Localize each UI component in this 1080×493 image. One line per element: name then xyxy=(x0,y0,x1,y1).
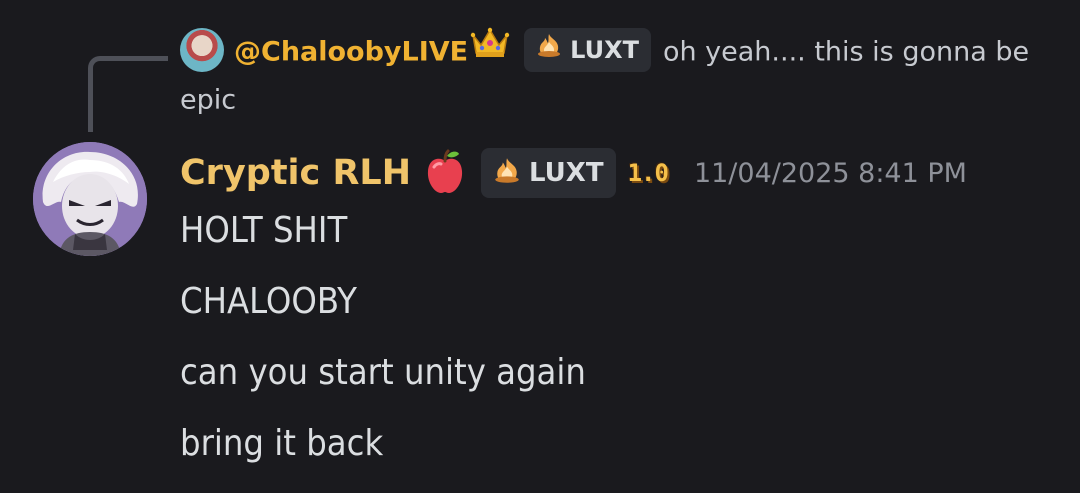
reply-connector xyxy=(88,56,168,132)
message-group: @ChaloobyLIVE LUXT oh yeah.... this is go… xyxy=(0,0,1080,493)
reply-avatar[interactable] xyxy=(180,27,224,72)
avatar[interactable] xyxy=(33,142,147,256)
message-body: HOLT SHIT CHALOOBY can you start unity a… xyxy=(180,202,1040,486)
message-line[interactable]: bring it back xyxy=(180,415,1040,486)
message-line[interactable]: HOLT SHIT xyxy=(180,202,1040,273)
reply-tag-label: LUXT xyxy=(570,35,639,64)
message-line[interactable]: CHALOOBY xyxy=(180,273,1040,344)
level-badge: 1.0 xyxy=(627,159,669,187)
flame-icon xyxy=(534,27,564,73)
author-name[interactable]: Cryptic RLH xyxy=(180,153,411,193)
message-header: Cryptic RLH LUXT 1.0 11/04/2025 8:41 PM xyxy=(180,145,967,201)
timestamp[interactable]: 11/04/2025 8:41 PM xyxy=(694,158,967,189)
server-tag[interactable]: LUXT xyxy=(481,148,616,198)
apple-icon xyxy=(421,147,469,199)
tag-label: LUXT xyxy=(529,158,604,188)
flame-icon xyxy=(491,156,523,191)
reply-author[interactable]: @ChaloobyLIVE xyxy=(234,37,468,68)
message-line[interactable]: can you start unity again xyxy=(180,344,1040,415)
reply-preview[interactable]: @ChaloobyLIVE LUXT oh yeah.... this is go… xyxy=(180,25,1040,124)
reply-server-tag[interactable]: LUXT xyxy=(524,27,651,73)
crown-icon xyxy=(470,25,510,74)
